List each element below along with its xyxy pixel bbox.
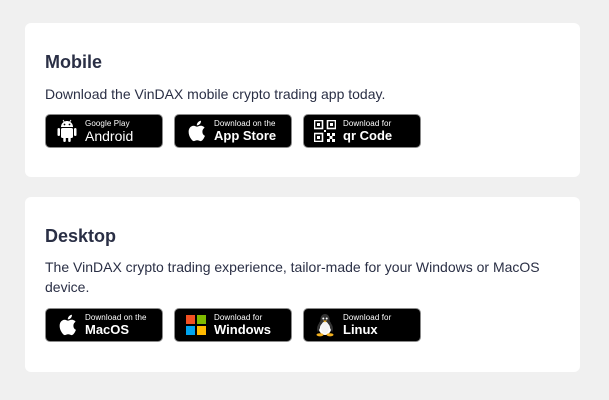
app-store-button-label: App Store — [214, 128, 277, 143]
qr-code-icon — [313, 119, 337, 143]
android-download-button[interactable]: Google Play Android — [45, 114, 163, 148]
qr-code-button-caption: Download for — [343, 119, 392, 128]
windows-button-label: Windows — [214, 322, 271, 337]
mobile-title: Mobile — [45, 52, 102, 72]
desktop-download-buttons: Download on the MacOS Download for Windo… — [45, 308, 560, 342]
android-button-label: Android — [85, 127, 134, 144]
apple-icon — [184, 119, 208, 143]
android-button-caption: Google Play — [85, 118, 130, 128]
android-icon — [55, 119, 79, 143]
macos-button-caption: Download on the — [85, 313, 147, 322]
desktop-title: Desktop — [45, 226, 117, 246]
qr-code-download-button[interactable]: Download for qr Code — [303, 114, 421, 148]
desktop-description: The VinDAX crypto trading experience, ta… — [45, 259, 540, 295]
linux-button-caption: Download for — [343, 313, 392, 322]
app-store-download-button[interactable]: Download on the App Store — [174, 114, 292, 148]
linux-button-label: Linux — [343, 322, 378, 337]
desktop-card: Desktop The VinDAX crypto trading experi… — [25, 197, 580, 372]
linux-icon — [313, 313, 337, 337]
mobile-download-buttons: Google Play Android Download on the App … — [45, 114, 560, 148]
linux-download-button[interactable]: Download for Linux — [303, 308, 421, 342]
windows-download-button[interactable]: Download for Windows — [174, 308, 292, 342]
macos-download-button[interactable]: Download on the MacOS — [45, 308, 163, 342]
apple-icon — [55, 313, 79, 337]
mobile-card: Mobile Download the VinDAX mobile crypto… — [25, 23, 580, 177]
mobile-description: Download the VinDAX mobile crypto tradin… — [45, 86, 386, 102]
app-store-button-caption: Download on the — [214, 119, 276, 128]
windows-icon — [184, 313, 208, 337]
windows-button-caption: Download for — [214, 313, 263, 322]
macos-button-label: MacOS — [85, 322, 130, 337]
qr-code-button-label: qr Code — [343, 128, 393, 143]
